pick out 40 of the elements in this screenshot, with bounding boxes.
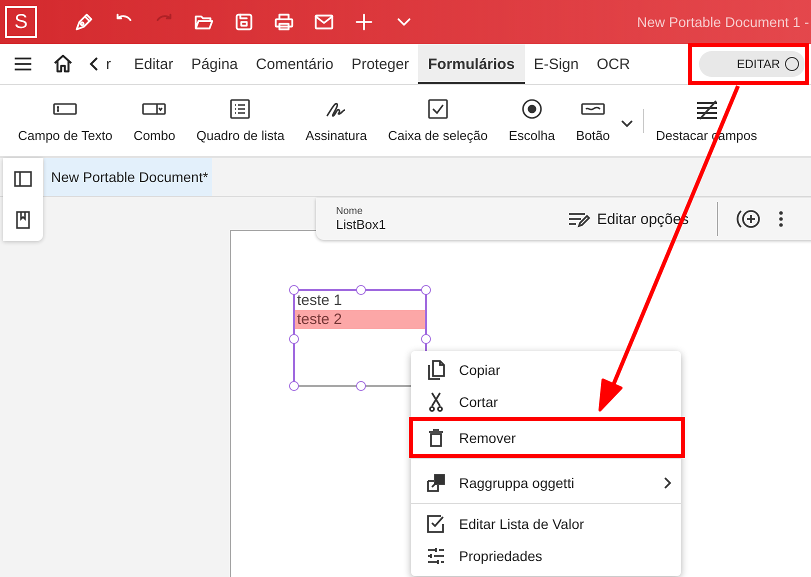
tab[interactable]: Editar	[125, 44, 182, 84]
signature-tool-button[interactable]: Assinatura	[302, 98, 371, 143]
edit-toggle[interactable]: EDITAR	[699, 51, 805, 77]
list-option[interactable]: teste 1	[295, 291, 425, 310]
menu-item[interactable]: Editar Lista de Valor	[411, 508, 681, 540]
resize-handle[interactable]	[289, 334, 299, 344]
tab[interactable]: Proteger	[342, 44, 418, 84]
resize-handle[interactable]	[421, 285, 431, 295]
menu-item[interactable]: Propriedades	[411, 540, 681, 572]
resize-handle[interactable]	[421, 334, 431, 344]
more-icon[interactable]	[778, 210, 784, 228]
radio-tool-button[interactable]: Escolha	[504, 98, 559, 143]
menu-item[interactable]: Cortar	[411, 386, 681, 418]
checkbox-tool-button[interactable]: Caixa de seleção	[384, 98, 492, 143]
window-title: New Portable Document 1 -	[636, 14, 809, 30]
tab[interactable]: Formulários	[418, 44, 525, 84]
name-label: Nome	[336, 206, 364, 217]
combo-tool-button[interactable]: Combo	[129, 98, 180, 143]
list-tool-button[interactable]: Quadro de lista	[192, 98, 289, 143]
resize-handle[interactable]	[356, 381, 366, 391]
sliders-icon	[425, 545, 447, 567]
resize-handle[interactable]	[356, 285, 366, 295]
copy-icon	[425, 359, 447, 381]
menu-item[interactable]: Remover	[411, 418, 681, 459]
tab[interactable]: Página	[182, 44, 247, 84]
tab[interactable]: Comentário	[246, 44, 342, 84]
submenu-chevron-icon	[663, 476, 673, 490]
button-tool-button[interactable]: Botão	[572, 98, 614, 143]
name-field[interactable]: ListBox1	[336, 217, 546, 232]
resize-handle[interactable]	[289, 285, 299, 295]
resize-handle[interactable]	[289, 381, 299, 391]
menu-item[interactable]: Raggruppa oggetti	[411, 463, 681, 504]
tab[interactable]: OCR	[588, 44, 640, 84]
document-tab[interactable]: New Portable Document*	[44, 158, 212, 196]
list-option[interactable]: teste 2	[295, 310, 425, 329]
tab[interactable]: E-Sign	[524, 44, 588, 84]
tab[interactable]: r	[106, 56, 111, 72]
checkbox-icon	[425, 513, 447, 535]
app-logo: S	[5, 6, 37, 38]
text-field-tool-button[interactable]: Campo de Texto	[14, 98, 116, 143]
